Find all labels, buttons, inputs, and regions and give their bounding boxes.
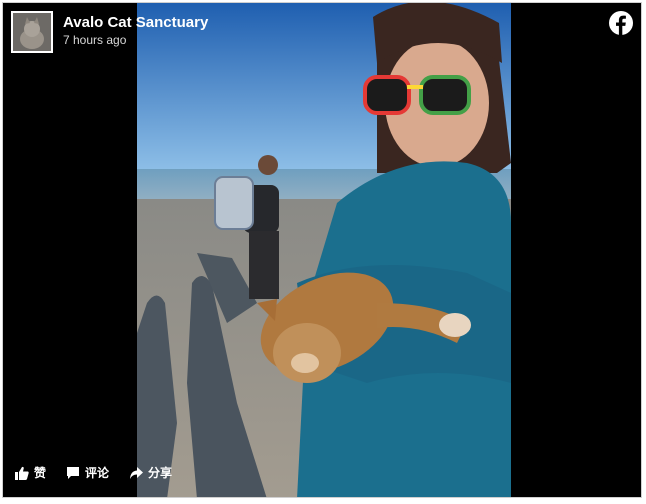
page-name[interactable]: Avalo Cat Sanctuary <box>63 14 208 32</box>
avatar[interactable] <box>11 11 53 53</box>
post-timestamp[interactable]: 7 hours ago <box>63 32 208 48</box>
post-photo[interactable] <box>137 3 511 497</box>
post-actions: 赞 评论 分享 <box>15 464 192 481</box>
like-label: 赞 <box>34 466 47 480</box>
comment-label: 评论 <box>85 466 110 480</box>
comment-button[interactable]: 评论 <box>66 464 109 481</box>
video-post-frame: Avalo Cat Sanctuary 7 hours ago 赞 评论 分享 <box>2 2 642 498</box>
cat-avatar-image <box>13 13 51 51</box>
share-label: 分享 <box>148 466 173 480</box>
thumbs-up-icon <box>15 466 29 480</box>
post-header: Avalo Cat Sanctuary 7 hours ago <box>11 11 208 53</box>
share-arrow-icon <box>130 466 144 479</box>
share-button[interactable]: 分享 <box>129 464 172 481</box>
beach-cat-photo <box>137 3 511 497</box>
like-button[interactable]: 赞 <box>15 464 46 481</box>
post-meta: Avalo Cat Sanctuary 7 hours ago <box>63 14 208 48</box>
speech-bubble-icon <box>67 466 80 479</box>
facebook-icon[interactable] <box>609 11 633 35</box>
